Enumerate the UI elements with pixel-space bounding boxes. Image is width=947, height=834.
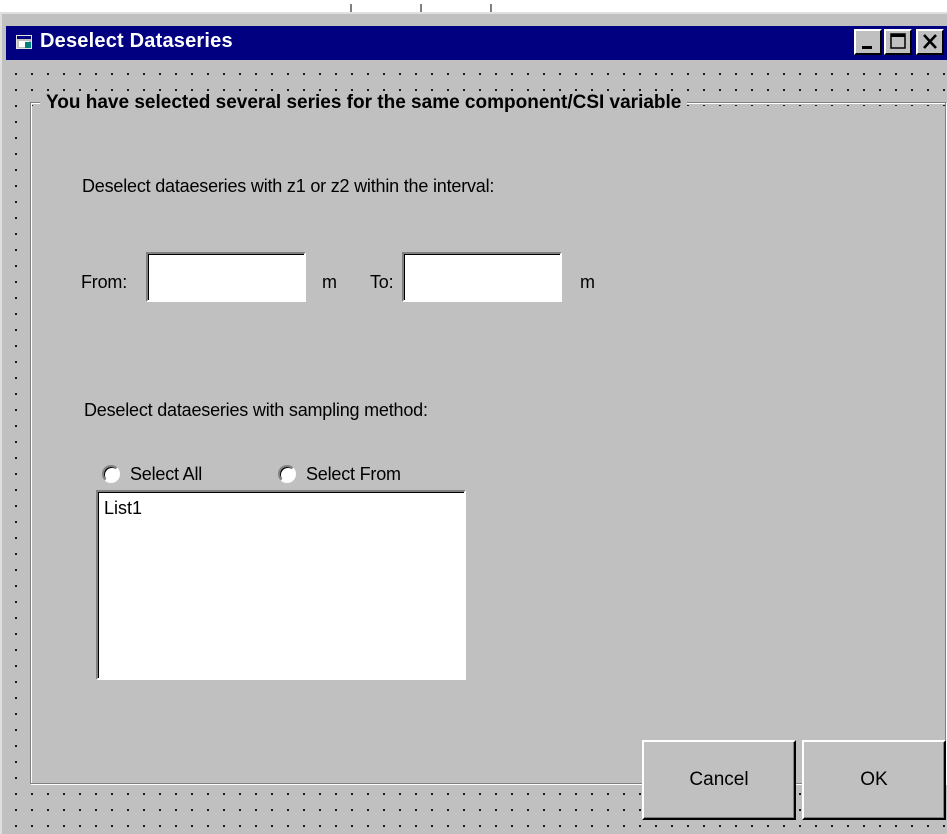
select-from-label: Select From [306,464,401,484]
maximize-button[interactable] [884,29,912,55]
maximize-icon [890,33,906,49]
select-from-radio[interactable]: Select From [278,464,438,486]
interval-instruction: Deselect dataeseries with z1 or z2 withi… [82,176,495,196]
select-all-label: Select All [130,464,203,484]
sampling-method-listbox[interactable]: List1 [96,490,466,680]
close-icon [923,34,937,49]
radio-circle-icon [278,465,296,483]
frame-border [30,102,946,784]
minimize-icon [862,46,872,49]
radio-circle-icon [102,465,120,483]
minimize-button[interactable] [854,29,882,55]
from-unit: m [322,272,337,292]
to-field[interactable] [402,252,562,302]
form-icon [15,34,33,50]
title-bar[interactable]: Deselect Dataseries [6,26,947,60]
from-label: From: [81,272,127,292]
select-all-radio[interactable]: Select All [102,464,242,486]
frame-caption: You have selected several series for the… [40,92,688,114]
from-field[interactable] [146,252,306,302]
form-client-area: You have selected several series for the… [6,60,947,834]
sampling-instruction: Deselect dataeseries with sampling metho… [84,400,428,420]
close-button[interactable] [916,29,944,55]
to-unit: m [580,272,595,292]
list-item[interactable]: List1 [104,498,142,519]
window-title: Deselect Dataseries [40,30,233,52]
cancel-button[interactable]: Cancel [642,740,796,820]
ok-button[interactable]: OK [802,740,946,820]
to-label: To: [370,272,394,292]
